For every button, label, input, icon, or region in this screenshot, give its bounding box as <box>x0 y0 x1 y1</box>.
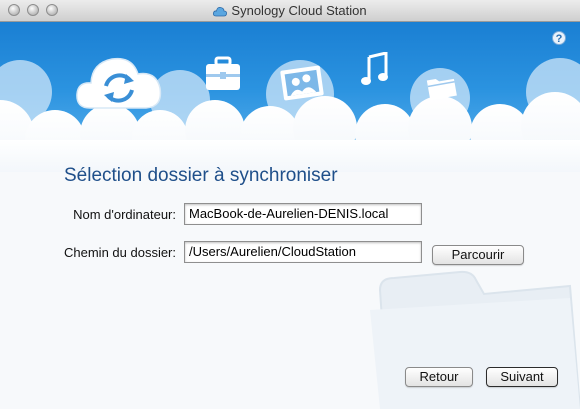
music-note-icon[interactable] <box>360 51 390 93</box>
window-title: Synology Cloud Station <box>231 3 367 18</box>
help-icon[interactable]: ? <box>552 31 566 45</box>
browse-button[interactable]: Parcourir <box>432 245 524 265</box>
photo-icon[interactable] <box>280 65 324 106</box>
computer-name-label: Nom d'ordinateur: <box>73 207 176 222</box>
title-bar: Synology Cloud Station <box>0 0 580 22</box>
next-button[interactable]: Suivant <box>486 367 558 387</box>
cloud-station-window: Synology Cloud Station ? Sélection dossi… <box>0 0 580 409</box>
window-title-container: Synology Cloud Station <box>0 3 580 20</box>
computer-name-field[interactable]: MacBook-de-Aurelien-DENIS.local <box>184 203 422 225</box>
folder-path-label: Chemin du dossier: <box>64 245 176 260</box>
page-title: Sélection dossier à synchroniser <box>64 165 338 186</box>
folder-icon[interactable] <box>425 70 459 107</box>
cloud-station-app-icon <box>213 5 228 20</box>
folder-path-field[interactable]: /Users/Aurelien/CloudStation <box>184 241 422 263</box>
briefcase-icon[interactable] <box>203 54 243 99</box>
sync-cloud-icon[interactable] <box>74 46 164 117</box>
back-button[interactable]: Retour <box>405 367 473 387</box>
